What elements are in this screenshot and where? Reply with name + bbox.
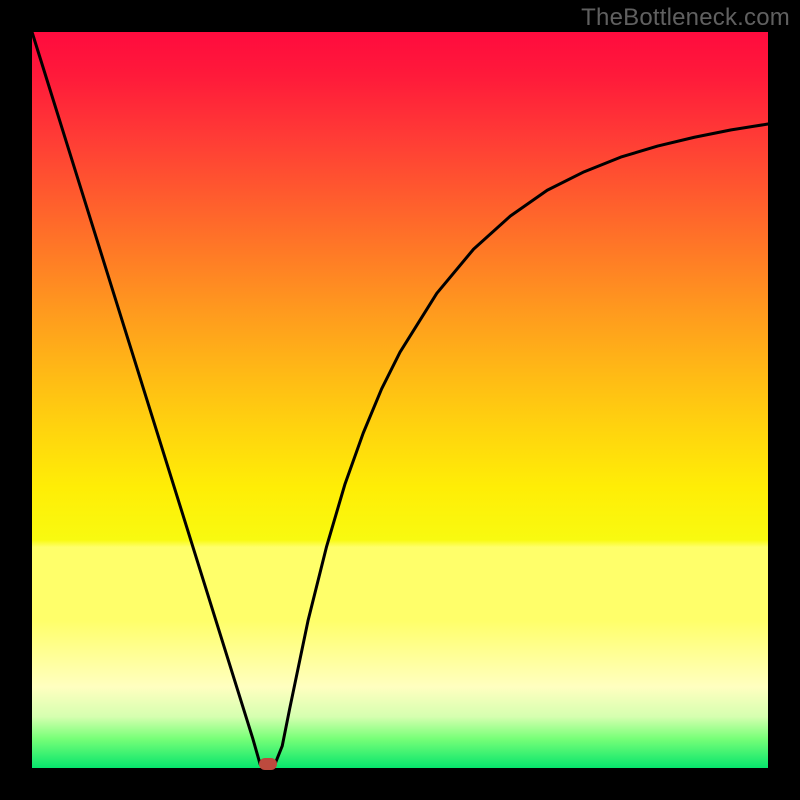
minimum-marker xyxy=(259,758,277,770)
curve-path xyxy=(32,32,768,768)
watermark-text: TheBottleneck.com xyxy=(581,4,790,32)
bottleneck-curve xyxy=(32,32,768,768)
plot-area xyxy=(32,32,768,768)
chart-frame: TheBottleneck.com xyxy=(0,0,800,800)
